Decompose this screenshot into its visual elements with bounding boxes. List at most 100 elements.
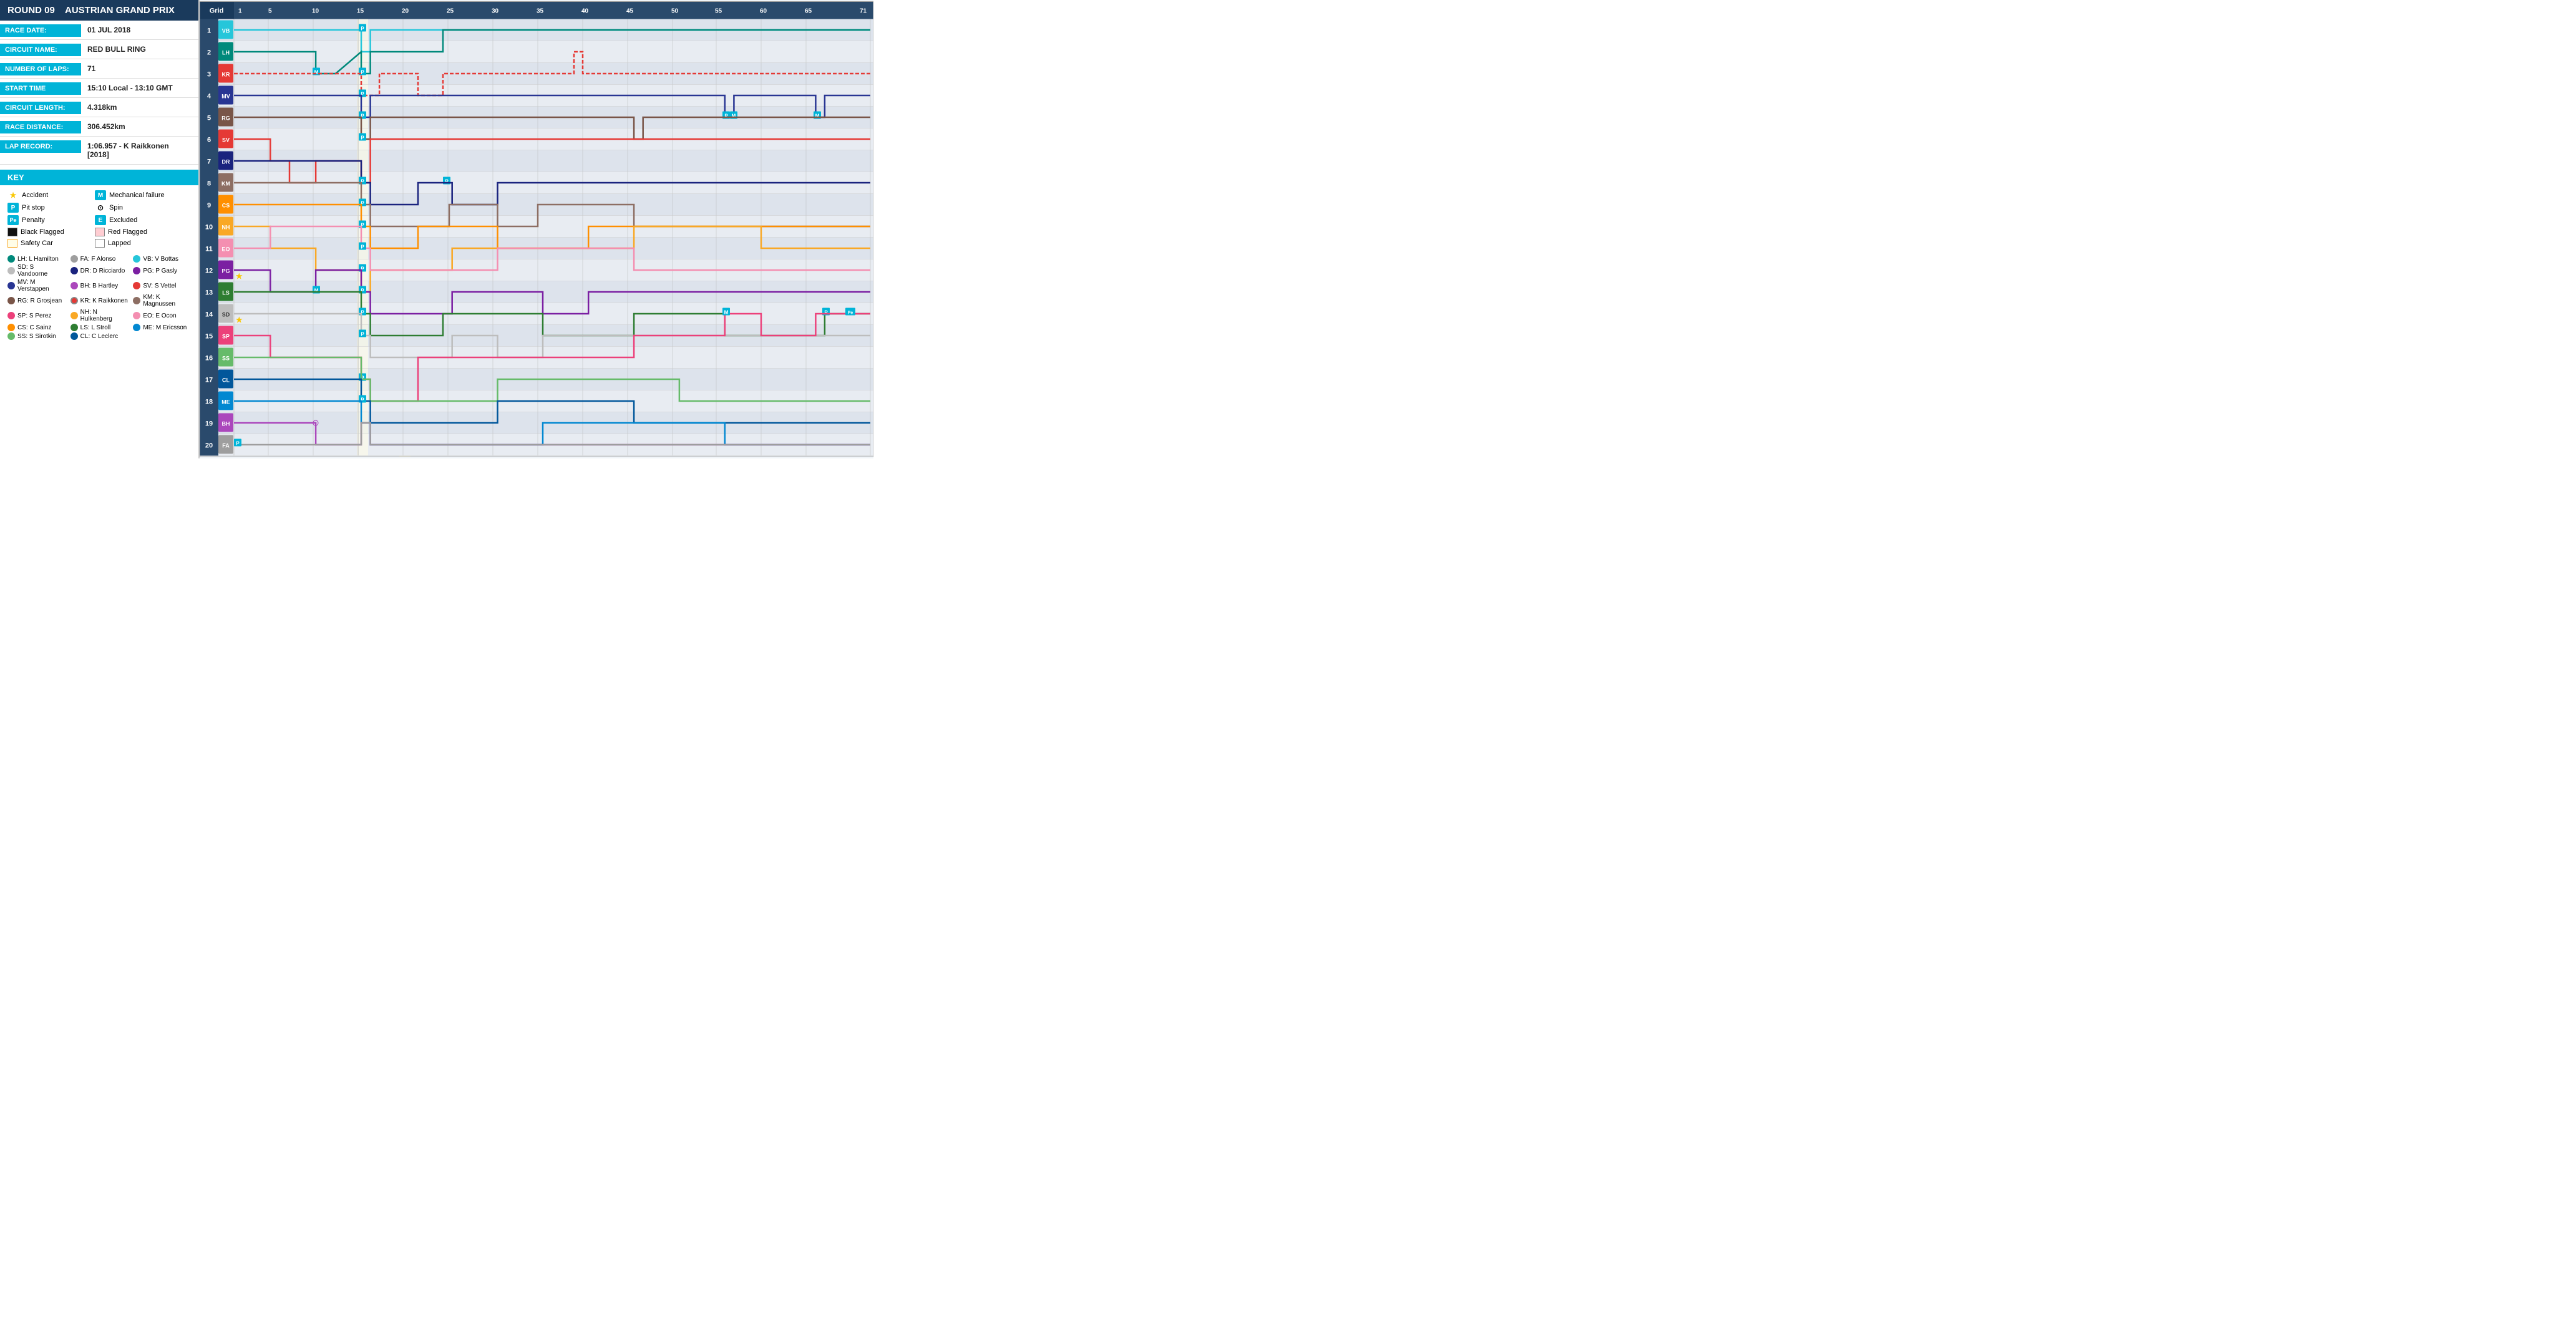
driver-lh-label: LH: L Hamilton — [17, 256, 59, 263]
svg-text:NH: NH — [222, 225, 230, 231]
key-header: KEY — [0, 170, 198, 185]
svg-text:FA: FA — [222, 443, 230, 449]
race-date-value: 01 JUL 2018 — [81, 23, 137, 37]
key-penalty: Pe Penalty — [7, 215, 82, 225]
svg-text:CS: CS — [222, 203, 230, 209]
driver-lh-dot — [7, 255, 15, 263]
driver-me-label: ME: M Ericsson — [143, 324, 187, 331]
driver-me-dot — [133, 324, 140, 331]
svg-text:7: 7 — [207, 158, 211, 166]
svg-text:SV: SV — [222, 137, 230, 143]
svg-text:5: 5 — [268, 8, 272, 15]
driver-rg-dot — [7, 297, 15, 304]
key-lapped: Lapped — [95, 239, 170, 248]
svg-text:KR: KR — [222, 72, 230, 78]
circuit-length-row: CIRCUIT LENGTH: 4.318km — [0, 98, 198, 117]
svg-text:1: 1 — [207, 27, 211, 35]
svg-text:P: P — [361, 135, 364, 141]
svg-text:3: 3 — [207, 71, 211, 79]
driver-mv-label: MV: M Verstappen — [17, 279, 66, 293]
driver-mv: MV: M Verstappen — [7, 279, 66, 293]
svg-text:11: 11 — [205, 246, 213, 253]
svg-text:60: 60 — [760, 8, 767, 15]
lap-record-value: 1:06.957 - K Raikkonen [2018] — [81, 139, 198, 162]
accident-label: Accident — [22, 191, 48, 199]
svg-text:P: P — [361, 244, 364, 250]
svg-text:P: P — [361, 26, 364, 32]
chart-container: Grid 1 5 10 15 20 — [200, 0, 873, 458]
svg-text:P: P — [361, 70, 364, 75]
svg-text:19: 19 — [205, 420, 213, 428]
driver-km-label: KM: K Magnussen — [143, 294, 191, 307]
svg-text:50: 50 — [671, 8, 679, 15]
driver-fa: FA: F Alonso — [70, 255, 129, 263]
driver-km-dot — [133, 297, 140, 304]
black-flag-icon — [7, 228, 17, 236]
circuit-name-label: CIRCUIT NAME: — [0, 44, 81, 56]
driver-pg-label: PG: P Gasly — [143, 268, 177, 274]
svg-text:CL: CL — [222, 377, 230, 384]
driver-vb-dot — [133, 255, 140, 263]
driver-ls-dot — [70, 324, 78, 331]
chart-panel: Grid 1 5 10 15 20 — [200, 0, 873, 458]
key-red-flag: Red Flagged — [95, 228, 170, 236]
svg-text:SD: SD — [222, 312, 230, 318]
round-header: ROUND 09 AUSTRIAN GRAND PRIX — [0, 0, 198, 21]
driver-eo-label: EO: E Ocon — [143, 312, 176, 319]
svg-text:★: ★ — [235, 315, 243, 325]
svg-text:P: P — [361, 332, 364, 337]
svg-text:Pe: Pe — [848, 311, 853, 316]
driver-pg: PG: P Gasly — [133, 264, 191, 278]
race-date-row: RACE DATE: 01 JUL 2018 — [0, 21, 198, 40]
driver-cs-label: CS: C Sainz — [17, 324, 51, 331]
pitstop-label: Pit stop — [22, 204, 45, 211]
race-distance-row: RACE DISTANCE: 306.452km — [0, 117, 198, 137]
mechanical-icon: M — [95, 190, 106, 200]
driver-cl: CL: C Leclerc — [70, 332, 129, 340]
svg-text:VB: VB — [222, 28, 230, 34]
penalty-icon: Pe — [7, 215, 19, 225]
driver-ss: SS: S Sirotkin — [7, 332, 66, 340]
driver-cl-label: CL: C Leclerc — [80, 333, 119, 340]
svg-text:16: 16 — [205, 355, 213, 362]
svg-text:5: 5 — [207, 115, 211, 122]
driver-eo-dot — [133, 312, 140, 319]
key-pitstop: P Pit stop — [7, 203, 82, 213]
svg-text:20: 20 — [205, 442, 213, 450]
race-name: AUSTRIAN GRAND PRIX — [65, 5, 175, 16]
svg-text:LS: LS — [222, 290, 230, 296]
race-distance-label: RACE DISTANCE: — [0, 121, 81, 133]
svg-text:MV: MV — [221, 94, 230, 100]
driver-mv-dot — [7, 282, 15, 289]
driver-lh: LH: L Hamilton — [7, 255, 66, 263]
driver-me: ME: M Ericsson — [133, 324, 191, 331]
driver-sp-dot — [7, 312, 15, 319]
svg-text:40: 40 — [581, 8, 589, 15]
driver-ls-label: LS: L Stroll — [80, 324, 111, 331]
svg-text:PG: PG — [221, 268, 230, 274]
spin-label: Spin — [109, 204, 123, 211]
driver-kr-label: KR: K Raikkonen — [80, 298, 128, 304]
svg-text:P: P — [236, 441, 240, 447]
svg-text:RG: RG — [221, 115, 230, 122]
circuit-name-row: CIRCUIT NAME: RED BULL RING — [0, 40, 198, 59]
svg-text:KM: KM — [221, 181, 230, 187]
driver-bh: BH: B Hartley — [70, 279, 129, 293]
circuit-name-value: RED BULL RING — [81, 42, 152, 56]
svg-text:18: 18 — [205, 399, 213, 406]
num-laps-value: 71 — [81, 62, 102, 75]
svg-text:71: 71 — [860, 8, 867, 15]
num-laps-row: NUMBER OF LAPS: 71 — [0, 59, 198, 79]
race-chart-svg: Grid 1 5 10 15 20 — [200, 0, 873, 458]
race-distance-value: 306.452km — [81, 120, 132, 133]
svg-text:1: 1 — [238, 8, 242, 15]
svg-text:10: 10 — [205, 224, 213, 231]
driver-dr-dot — [70, 267, 78, 274]
svg-text:45: 45 — [626, 8, 634, 15]
penalty-label: Penalty — [22, 216, 45, 224]
num-laps-label: NUMBER OF LAPS: — [0, 63, 81, 75]
driver-bh-dot — [70, 282, 78, 289]
lap-record-label: LAP RECORD: — [0, 140, 81, 153]
driver-pg-dot — [133, 267, 140, 274]
key-black-flag: Black Flagged — [7, 228, 82, 236]
